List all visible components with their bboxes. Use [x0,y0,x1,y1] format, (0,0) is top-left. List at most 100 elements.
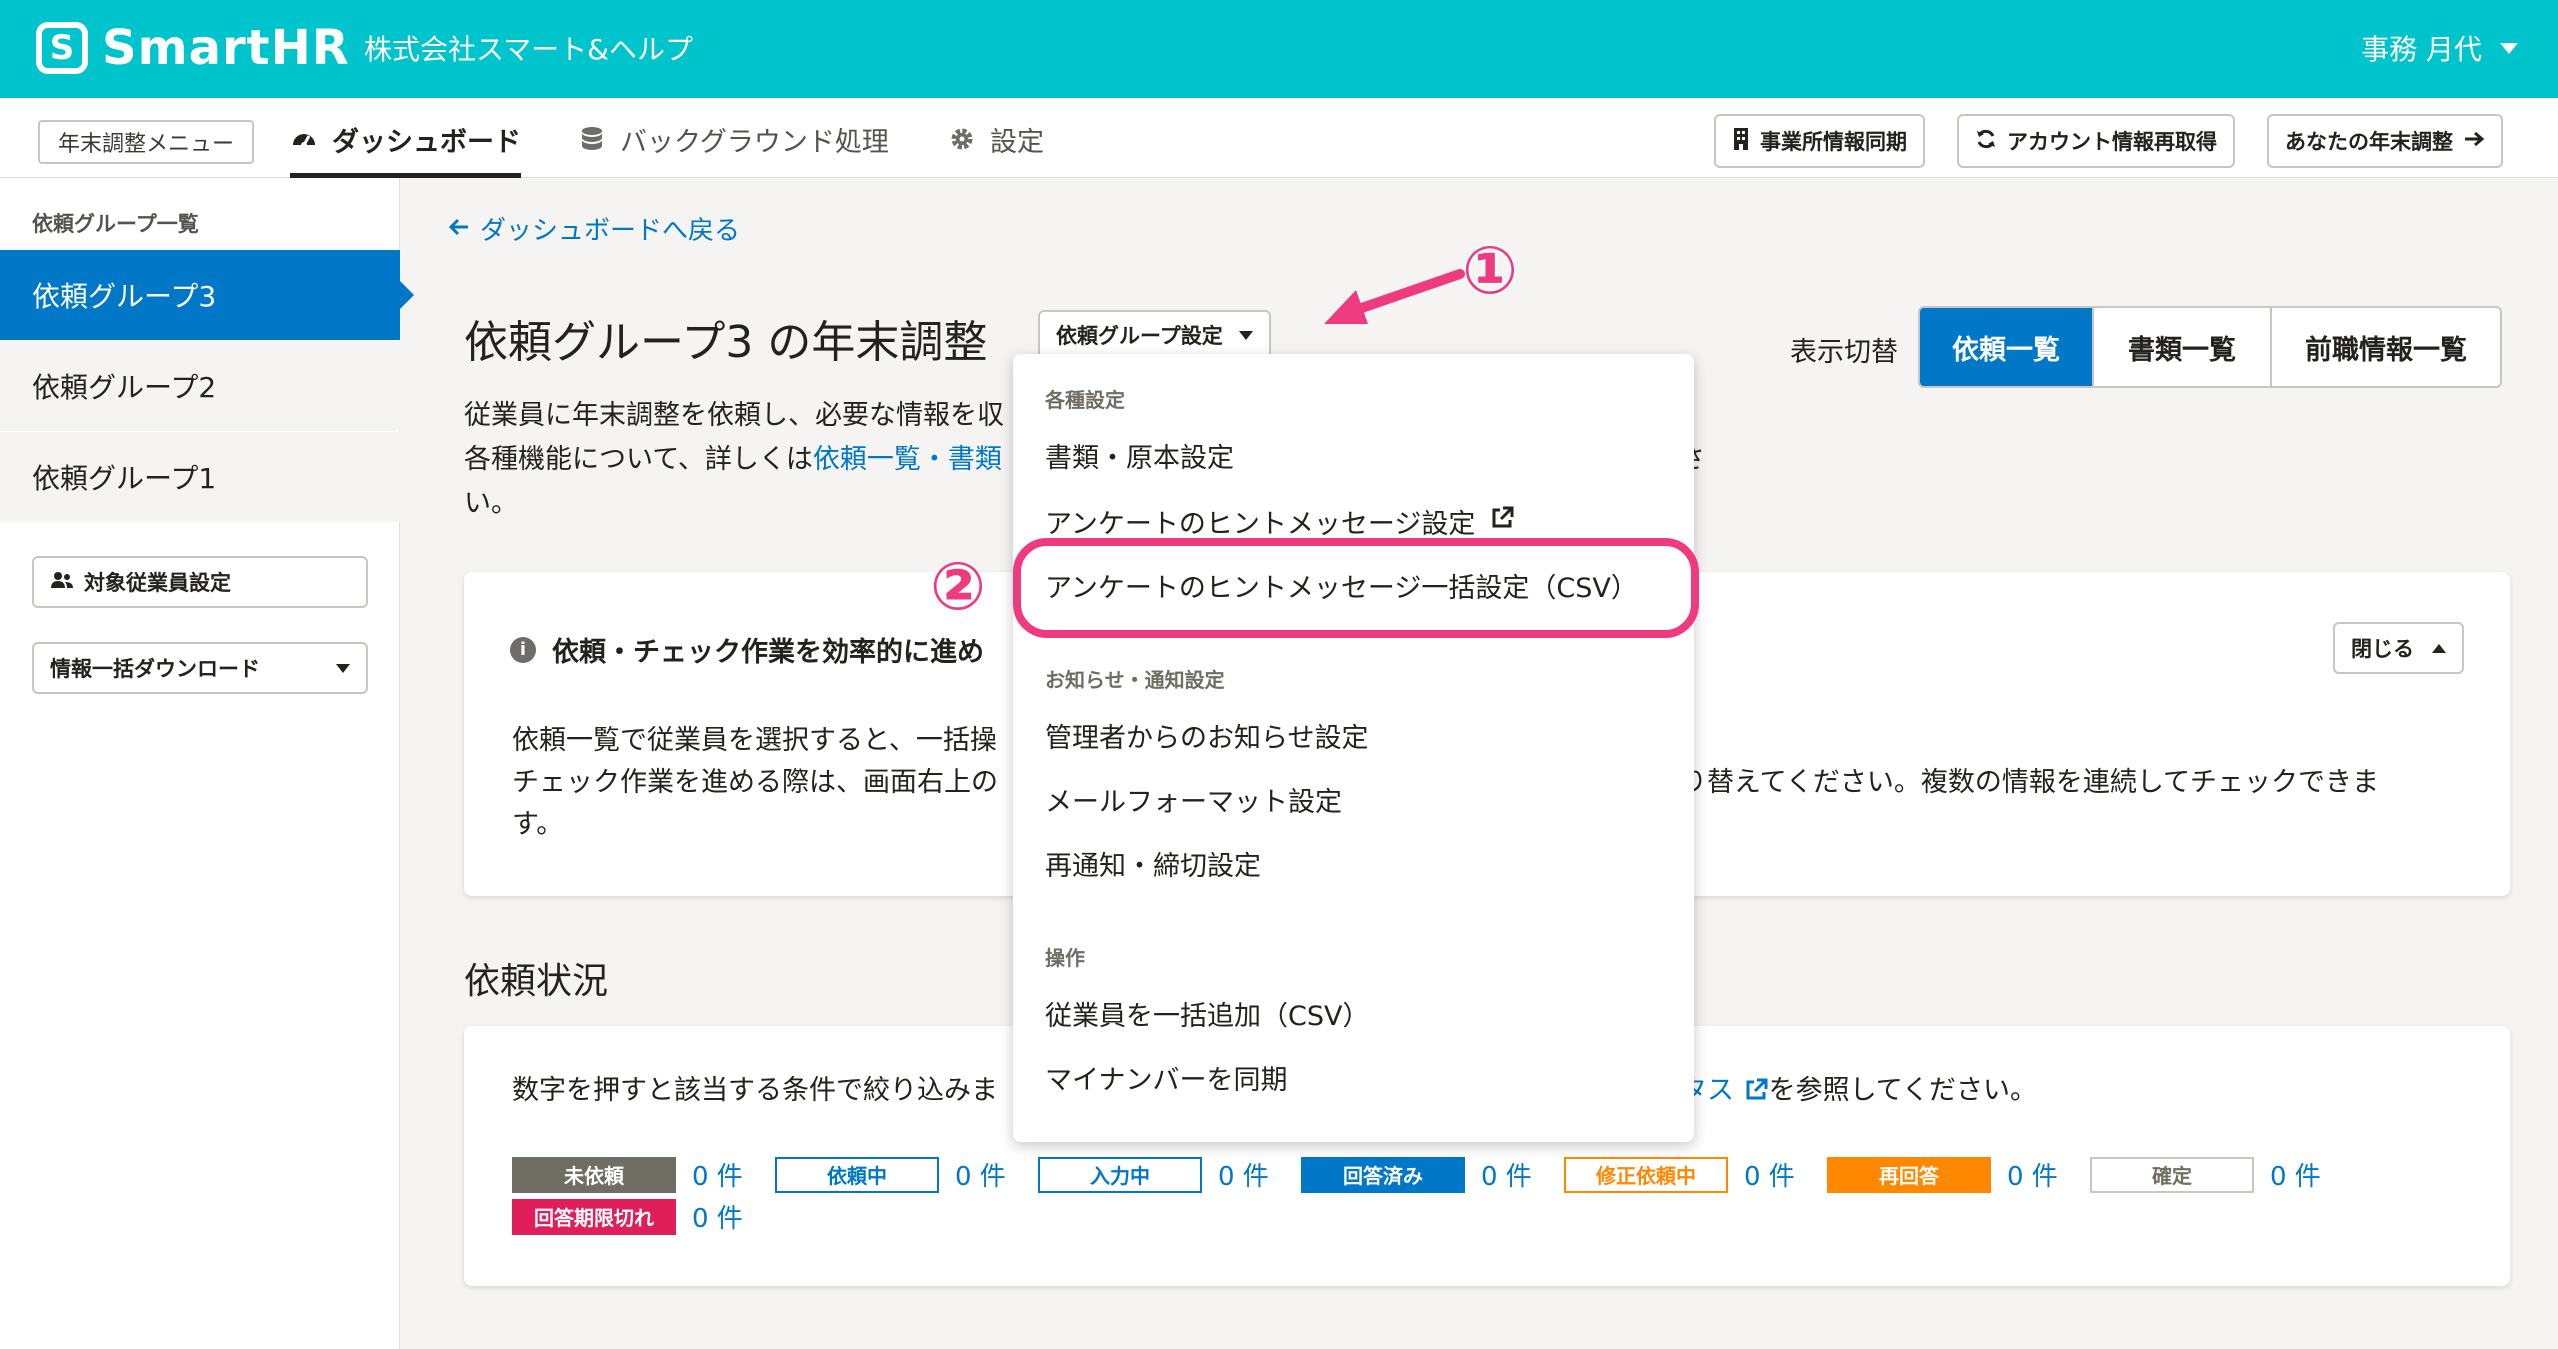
your-year-end-button[interactable]: あなたの年末調整 [2267,114,2503,168]
help-link[interactable]: 依頼一覧・書類 [813,444,1002,475]
back-to-dashboard-link[interactable]: ダッシュボードへ戻る [448,210,740,247]
status-badge: 再回答 [1827,1156,1991,1193]
menu-item-label: アンケートのヒントメッセージ設定 [1045,509,1476,540]
sync-office-info-button[interactable]: 事業所情報同期 [1714,114,1925,168]
sidebar-item-label: 依頼グループ3 [32,280,217,313]
status-count[interactable]: 0 件 [692,1156,743,1193]
status-badge: 回答期限切れ [512,1198,676,1235]
button-label: 対象従業員設定 [84,571,231,595]
user-menu[interactable]: 事務 月代 [2361,28,2518,68]
status-inputting: 入力中 0 件 [1038,1156,1269,1193]
bulk-download-button[interactable]: 情報一括ダウンロード [32,642,368,694]
dropdown-heading-operations: 操作 [1045,946,1085,970]
status-confirmed: 確定 0 件 [2090,1156,2321,1193]
status-count[interactable]: 0 件 [2270,1156,2321,1193]
sidebar-item-label: 依頼グループ1 [32,462,217,495]
menu-item-hint-message-settings[interactable]: アンケートのヒントメッセージ設定 [1045,502,1515,541]
logo-mark-icon: S [36,22,88,74]
sidebar-heading: 依頼グループ一覧 [32,212,199,236]
step-two-marker: ② [930,548,986,625]
button-label: あなたの年末調整 [2285,130,2453,154]
tab-label: ダッシュボード [332,126,521,158]
app-header: S SmartHR 株式会社スマート&ヘルプ 事務 月代 [0,0,2558,98]
status-overdue: 回答期限切れ 0 件 [512,1198,743,1235]
logo-text: SmartHR [102,20,350,76]
status-count[interactable]: 0 件 [1218,1156,1269,1193]
sidebar-item-label: 依頼グループ2 [32,371,217,404]
status-badge: 未依頼 [512,1156,676,1193]
year-end-menu-button[interactable]: 年末調整メニュー [38,120,255,164]
info-line: チェック作業を進める際は、画面右上の り替えてください。複数の情報を連続してチェ… [512,762,2379,804]
view-switch-label: 表示切替 [1790,337,1898,368]
info-text: チェック作業を進める際は、画面右上の [512,767,998,798]
group-settings-dropdown: 各種設定 書類・原本設定 アンケートのヒントメッセージ設定 アンケートのヒントメ… [1013,354,1694,1142]
sidebar: 依頼グループ一覧 依頼グループ3 依頼グループ2 依頼グループ1 対象従業員設定… [0,178,414,1349]
refresh-icon [1975,128,1997,155]
status-not-requested: 未依頼 0 件 [512,1156,743,1193]
building-icon [1732,127,1750,156]
smarthr-logo[interactable]: S SmartHR [36,18,350,78]
status-count[interactable]: 0 件 [955,1156,1006,1193]
dropdown-heading-notifications: お知らせ・通知設定 [1045,668,1225,692]
close-info-button[interactable]: 閉じる [2333,622,2464,674]
back-link-label: ダッシュボードへ戻る [480,216,741,246]
page-title: 依頼グループ3 の年末調整 [464,317,988,368]
button-label: アカウント情報再取得 [2007,130,2217,154]
info-text: り替えてください。複数の情報を連続してチェックできま [1680,767,2380,798]
caret-down-icon [2500,42,2518,54]
tab-label: バックグラウンド処理 [620,126,889,158]
pointer-arrow-icon [1324,269,1465,324]
segment-request-list[interactable]: 依頼一覧 [1920,308,2094,386]
sidebar-item-group3[interactable]: 依頼グループ3 [0,250,414,340]
menu-item-admin-notice-settings[interactable]: 管理者からのお知らせ設定 [1045,716,1368,755]
caret-up-icon [2432,643,2446,653]
group-settings-button[interactable]: 依頼グループ設定 [1038,310,1271,360]
arrow-right-icon [2463,129,2485,153]
menu-item-mail-format-settings[interactable]: メールフォーマット設定 [1045,780,1342,819]
menu-item-sync-my-number[interactable]: マイナンバーを同期 [1045,1058,1287,1097]
tab-settings[interactable]: 設定 [948,116,1044,162]
info-card-title: i 依頼・チェック作業を効率的に進め [510,630,984,669]
status-note-text: 数字を押すと該当する条件で絞り込みま [512,1075,998,1106]
dashboard-icon [290,125,318,153]
segment-documents[interactable]: 書類一覧 [2094,308,2272,386]
menu-item-reminder-deadline-settings[interactable]: 再通知・締切設定 [1045,844,1261,883]
description-text: 各種機能について、詳しくは [464,444,813,475]
info-line: す。 [512,809,564,840]
status-badge: 入力中 [1038,1156,1202,1193]
company-name: 株式会社スマート&ヘルプ [364,33,693,66]
status-count[interactable]: 0 件 [1481,1156,1532,1193]
button-label: 依頼グループ設定 [1056,324,1223,348]
database-icon [578,125,606,153]
tab-background-jobs[interactable]: バックグラウンド処理 [578,116,889,162]
status-count[interactable]: 0 件 [2007,1156,2058,1193]
sidebar-item-group1[interactable]: 依頼グループ1 [0,432,400,522]
tab-dashboard[interactable]: ダッシュボード [290,116,521,178]
target-employees-button[interactable]: 対象従業員設定 [32,556,368,608]
info-line: 依頼一覧で従業員を選択すると、一括操 [512,725,997,756]
menu-item-documents-settings[interactable]: 書類・原本設定 [1045,436,1234,475]
caret-down-icon [336,663,350,673]
caret-down-icon [1238,330,1253,340]
status-count[interactable]: 0 件 [1744,1156,1795,1193]
status-requesting: 依頼中 0 件 [775,1156,1006,1193]
users-icon [50,570,74,594]
status-count[interactable]: 0 件 [692,1198,743,1235]
status-badge: 確定 [2090,1156,2254,1193]
highlight-box [1013,538,1699,638]
gear-icon [948,125,976,153]
status-answered: 回答済み 0 件 [1301,1156,1532,1193]
status-re-answered: 再回答 0 件 [1827,1156,2058,1193]
button-label: 情報一括ダウンロード [50,657,260,681]
info-card-body: 依頼一覧で従業員を選択すると、一括操 チェック作業を進める際は、画面右上の り替… [512,720,2379,846]
step-one-marker: ① [1462,232,1518,309]
sub-navigation: 年末調整メニュー ダッシュボード バックグラウンド処理 設定 事業所情報同期 ア… [0,98,2558,178]
button-label: 事業所情報同期 [1760,130,1907,154]
status-badge: 修正依頼中 [1564,1156,1728,1193]
refetch-account-button[interactable]: アカウント情報再取得 [1957,114,2235,168]
segment-previous-job[interactable]: 前職情報一覧 [2272,308,2500,386]
external-link-icon [1489,505,1515,538]
sidebar-item-group2[interactable]: 依頼グループ2 [0,341,400,431]
status-note-text: を参照してください。 [1768,1075,2037,1106]
menu-item-bulk-add-employees-csv[interactable]: 従業員を一括追加（CSV） [1045,994,1369,1033]
